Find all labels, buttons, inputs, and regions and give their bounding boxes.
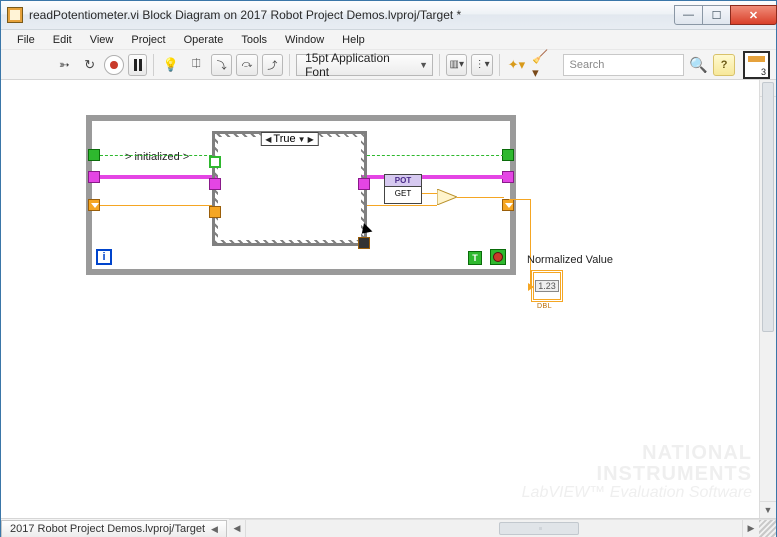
shift-register-right-num[interactable] (502, 199, 514, 211)
wire-num-mid (367, 205, 437, 206)
case-tunnel-cluster-out[interactable] (358, 178, 370, 190)
case-tunnel-num-in[interactable] (209, 206, 221, 218)
case-next-icon2[interactable]: ▶ (308, 135, 314, 144)
status-tab[interactable]: 2017 Robot Project Demos.lvproj/Target ◀ (1, 520, 227, 537)
app-icon (7, 7, 23, 23)
menu-help[interactable]: Help (334, 32, 373, 48)
resize-grip-icon[interactable] (759, 520, 776, 537)
font-selector-label: 15pt Application Font (305, 51, 413, 79)
chevron-down-icon: ▼ (419, 60, 428, 70)
wire-bool (100, 155, 212, 156)
pause-button[interactable] (128, 54, 147, 76)
toolbar-separator (499, 54, 500, 76)
search-icon[interactable]: 🔍 (688, 54, 709, 76)
menu-project[interactable]: Project (123, 32, 173, 48)
step-into-button[interactable]: ⤵ (211, 54, 232, 76)
window-controls: — ☐ ✕ (674, 5, 776, 25)
indicator-label: Normalized Value (527, 254, 613, 266)
scroll-thumb[interactable] (762, 82, 774, 332)
loop-condition-terminal[interactable] (490, 249, 506, 265)
case-selector[interactable]: ◀ True ▼ ▶ (260, 132, 318, 146)
toolbar-separator (153, 54, 154, 76)
case-tunnel-out[interactable] (358, 237, 370, 249)
window-title: readPotentiometer.vi Block Diagram on 20… (29, 8, 461, 22)
context-help-button[interactable]: ? (713, 54, 734, 76)
pot-get-vi[interactable]: POT GET (384, 174, 422, 204)
search-input[interactable]: Search (563, 54, 685, 76)
menu-edit[interactable]: Edit (45, 32, 80, 48)
case-tunnel-cluster-in[interactable] (209, 178, 221, 190)
tab-nav-left-icon[interactable]: ◀ (211, 524, 218, 535)
status-tab-label: 2017 Robot Project Demos.lvproj/Target (10, 523, 205, 535)
distribute-button[interactable]: ⋮▾ (471, 54, 492, 76)
scroll-down-icon[interactable]: ▼ (760, 501, 776, 518)
case-structure[interactable]: ◀ True ▼ ▶ (212, 131, 367, 246)
select-node[interactable] (437, 189, 457, 205)
menu-operate[interactable]: Operate (176, 32, 232, 48)
case-selector-value: True (273, 133, 295, 145)
watermark-l1: NATIONAL (522, 443, 752, 464)
menu-tools[interactable]: Tools (233, 32, 275, 48)
watermark-l2: INSTRUMENTS (522, 464, 752, 485)
retain-wire-button[interactable]: ⎅ (186, 54, 207, 76)
menu-view[interactable]: View (82, 32, 122, 48)
window-titlebar: readPotentiometer.vi Block Diagram on 20… (1, 1, 776, 30)
wire-num-left (100, 205, 212, 206)
toolbar: ➳ ↻ 💡 ⎅ ⤵ ⤼ ⤴ 15pt Application Font ▼ ▥▾… (1, 50, 776, 80)
abort-button[interactable] (104, 55, 123, 75)
tunnel-left-cluster[interactable] (88, 171, 100, 183)
wire-to-indicator (509, 199, 531, 200)
step-out-button[interactable]: ⤴ (262, 54, 283, 76)
case-next-icon[interactable]: ▼ (298, 135, 306, 144)
boolean-constant[interactable]: T (468, 251, 482, 265)
watermark-l3: LabVIEW™ Evaluation Software (522, 485, 752, 502)
run-button[interactable]: ➳ (54, 54, 75, 76)
watermark: NATIONAL INSTRUMENTS LabVIEW™ Evaluation… (522, 443, 752, 502)
numeric-indicator[interactable]: 1.23 (531, 270, 563, 302)
minimize-button[interactable]: — (674, 5, 703, 25)
while-loop[interactable]: > initialized > ◀ True ▼ ▶ (86, 115, 516, 275)
statusbar: 2017 Robot Project Demos.lvproj/Target ◀… (1, 518, 776, 537)
block-diagram-canvas[interactable]: > initialized > ◀ True ▼ ▶ (1, 80, 776, 518)
menu-window[interactable]: Window (277, 32, 332, 48)
wire-bool-right (367, 155, 504, 156)
case-inner (218, 137, 361, 240)
highlight-exec-button[interactable]: 💡 (160, 54, 181, 76)
case-prev-icon[interactable]: ◀ (265, 135, 271, 144)
hscroll-thumb[interactable] (499, 522, 579, 535)
vi-icon[interactable] (743, 51, 770, 79)
font-selector[interactable]: 15pt Application Font ▼ (296, 54, 433, 76)
pot-sub: GET (385, 187, 421, 198)
indicator-value: 1.23 (535, 280, 559, 292)
menubar: File Edit View Project Operate Tools Win… (1, 30, 776, 50)
step-over-button[interactable]: ⤼ (236, 54, 257, 76)
search-placeholder: Search (570, 59, 605, 71)
hscroll-right-icon[interactable]: ▶ (742, 520, 759, 537)
cleanup-button[interactable]: ✦▾ (506, 54, 527, 76)
toolbar-separator (289, 54, 290, 76)
align-button[interactable]: ▥▾ (446, 54, 467, 76)
horizontal-scrollbar[interactable]: ◀ ▶ (229, 519, 776, 537)
pot-header: POT (385, 175, 421, 187)
reorder-button[interactable]: 🧹▾ (531, 54, 552, 76)
vertical-scrollbar[interactable]: ▲ ▼ (759, 80, 776, 518)
close-button[interactable]: ✕ (730, 5, 777, 25)
maximize-button[interactable]: ☐ (702, 5, 731, 25)
wire-gt-out (457, 197, 504, 198)
shift-register-left-bool[interactable] (88, 149, 100, 161)
toolbar-separator (439, 54, 440, 76)
wire-pot-out (422, 193, 437, 194)
block-diagram: > initialized > ◀ True ▼ ▶ (86, 115, 516, 275)
shift-register-left-num[interactable] (88, 199, 100, 211)
run-continuous-button[interactable]: ↻ (79, 54, 100, 76)
case-tunnel-bool-in[interactable] (209, 156, 221, 168)
indicator-arrow-icon (528, 283, 534, 291)
menu-file[interactable]: File (9, 32, 43, 48)
init-label: > initialized > (125, 151, 189, 163)
hscroll-left-icon[interactable]: ◀ (229, 520, 246, 537)
indicator-type: DBL (537, 303, 552, 310)
loop-iteration-terminal[interactable]: i (96, 249, 112, 265)
